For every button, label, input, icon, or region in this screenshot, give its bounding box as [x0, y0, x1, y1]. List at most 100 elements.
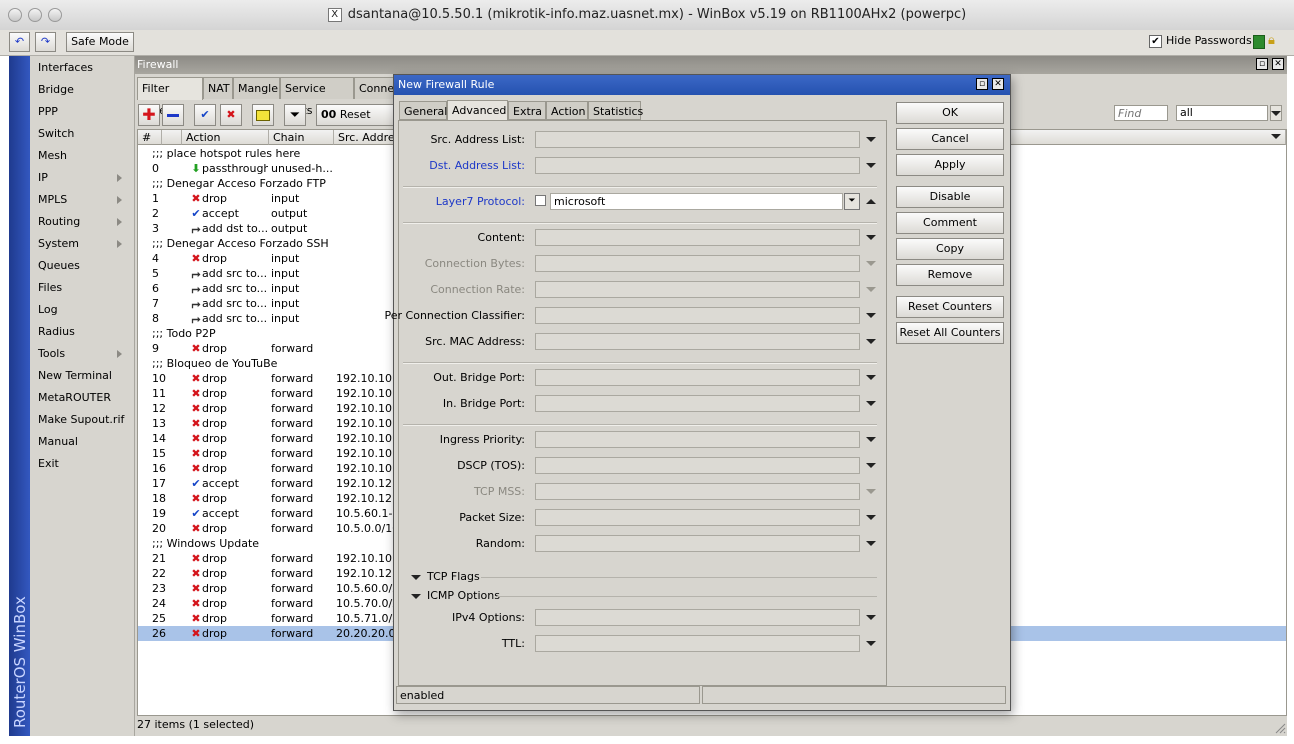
dialog-tab-statistics[interactable]: Statistics — [588, 101, 643, 120]
disable-rule-button[interactable]: ✖ — [220, 104, 242, 126]
dialog-tab-general[interactable]: General — [399, 101, 447, 120]
layer7-protocol-label[interactable]: Layer7 Protocol: — [369, 193, 525, 211]
cancel-button[interactable]: Cancel — [896, 128, 1004, 150]
dialog-tab-extra[interactable]: Extra — [508, 101, 546, 120]
in-bridge-port-field[interactable] — [535, 395, 860, 412]
remove-button[interactable]: Remove — [896, 264, 1004, 286]
section-icmp-options[interactable]: ICMP Options — [411, 589, 500, 603]
enable-rule-button[interactable]: ✔ — [194, 104, 216, 126]
expand-field-icon[interactable] — [866, 615, 876, 620]
ttl-field[interactable] — [535, 635, 860, 652]
ok-button[interactable]: OK — [896, 102, 1004, 124]
close-icon[interactable]: ✕ — [1272, 58, 1284, 70]
ipv4-options-field[interactable] — [535, 609, 860, 626]
expand-field-icon[interactable] — [866, 137, 876, 142]
layer7-negate-checkbox[interactable] — [535, 195, 546, 206]
random-field[interactable] — [535, 535, 860, 552]
col-action[interactable]: Action — [182, 130, 269, 145]
content-field[interactable] — [535, 229, 860, 246]
sidebar-item-routing[interactable]: Routing — [38, 212, 80, 232]
sidebar-item-tools[interactable]: Tools — [38, 344, 65, 364]
find-input[interactable] — [1114, 105, 1168, 121]
layer7-dropdown-button[interactable]: ⏷ — [844, 193, 860, 210]
redo-button[interactable]: ↷ — [35, 32, 56, 52]
out-bridge-port-field[interactable] — [535, 369, 860, 386]
ingress-priority-field[interactable] — [535, 431, 860, 448]
close-icon[interactable]: ✕ — [992, 78, 1004, 90]
filter-select-dropdown[interactable] — [1270, 105, 1282, 121]
tab-service-ports[interactable]: Service Ports — [280, 77, 354, 117]
tab-connec[interactable]: Connec — [354, 77, 400, 99]
expand-field-icon[interactable] — [866, 163, 876, 168]
tab-mangle[interactable]: Mangle — [233, 77, 280, 99]
expand-field-icon[interactable] — [866, 235, 876, 240]
sidebar-item-new-terminal[interactable]: New Terminal — [38, 366, 112, 386]
maximize-icon[interactable]: ▫ — [976, 78, 988, 90]
expand-field-icon[interactable] — [866, 375, 876, 380]
sidebar-item-mpls[interactable]: MPLS — [38, 190, 67, 210]
sidebar-item-exit[interactable]: Exit — [38, 454, 59, 474]
remove-rule-button[interactable] — [162, 104, 184, 126]
rule-chain: forward — [271, 552, 314, 565]
hide-passwords-checkbox[interactable]: ✔ — [1149, 35, 1162, 48]
section-tcp-flags[interactable]: TCP Flags — [411, 570, 480, 584]
undo-button[interactable]: ↶ — [9, 32, 30, 52]
layer7-protocol-select[interactable]: microsoft — [550, 193, 843, 210]
resize-grip-icon[interactable] — [1274, 722, 1286, 734]
sidebar-item-queues[interactable]: Queues — [38, 256, 80, 276]
collapse-field-icon[interactable] — [866, 199, 876, 204]
filter-button[interactable]: ⏷ — [284, 104, 306, 126]
packet-size-field[interactable] — [535, 509, 860, 526]
sidebar-item-make-supout-rif[interactable]: Make Supout.rif — [38, 410, 124, 430]
sidebar-item-files[interactable]: Files — [38, 278, 62, 298]
tab-nat[interactable]: NAT — [203, 77, 233, 99]
sidebar-item-bridge[interactable]: Bridge — [38, 80, 74, 100]
dialog-tab-action[interactable]: Action — [546, 101, 588, 120]
add-rule-button[interactable]: ✚ — [138, 104, 160, 126]
apply-button[interactable]: Apply — [896, 154, 1004, 176]
expand-field-icon[interactable] — [866, 401, 876, 406]
col-chain[interactable]: Chain — [269, 130, 334, 145]
src-mac-address-field[interactable] — [535, 333, 860, 350]
disable-button[interactable]: Disable — [896, 186, 1004, 208]
sidebar-item-ppp[interactable]: PPP — [38, 102, 58, 122]
drop-icon: ✖ — [191, 387, 201, 400]
sidebar-item-ip[interactable]: IP — [38, 168, 48, 188]
dst-address-list-field[interactable] — [535, 157, 860, 174]
dscp-tos-field[interactable] — [535, 457, 860, 474]
section-divider — [403, 362, 877, 364]
accept-icon: ✔ — [191, 477, 201, 490]
reset-counters-button[interactable]: Reset Counters — [896, 296, 1004, 318]
sidebar-item-radius[interactable]: Radius — [38, 322, 75, 342]
expand-field-icon[interactable] — [866, 339, 876, 344]
expand-field-icon[interactable] — [866, 515, 876, 520]
reset-all-counters-button[interactable]: Reset All Counters — [896, 322, 1004, 344]
per-connection-classifier-field[interactable] — [535, 307, 860, 324]
copy-button[interactable]: Copy — [896, 238, 1004, 260]
sidebar-item-mesh[interactable]: Mesh — [38, 146, 67, 166]
comment-button[interactable] — [252, 104, 274, 126]
safe-mode-button[interactable]: Safe Mode — [66, 32, 134, 52]
sidebar-item-system[interactable]: System — [38, 234, 79, 254]
reset-counters-button[interactable]: 00 Reset Cour — [316, 104, 394, 141]
expand-field-icon[interactable] — [866, 463, 876, 468]
filter-select[interactable]: all — [1176, 105, 1268, 121]
sidebar-item-manual[interactable]: Manual — [38, 432, 78, 452]
maximize-icon[interactable]: ▫ — [1256, 58, 1268, 70]
src-address-list-field[interactable] — [535, 131, 860, 148]
sidebar-item-interfaces[interactable]: Interfaces — [38, 58, 93, 78]
comment-button[interactable]: Comment — [896, 212, 1004, 234]
expand-field-icon[interactable] — [866, 313, 876, 318]
sidebar-item-log[interactable]: Log — [38, 300, 58, 320]
expand-field-icon[interactable] — [866, 641, 876, 646]
dialog-tab-advanced[interactable]: Advanced — [447, 100, 508, 121]
sidebar-item-switch[interactable]: Switch — [38, 124, 74, 144]
expand-field-icon[interactable] — [866, 437, 876, 442]
expand-field-icon[interactable] — [866, 541, 876, 546]
col-number[interactable]: # — [138, 130, 162, 145]
tab-filter-rules[interactable]: Filter Rules — [137, 77, 203, 117]
rule-src-address: 192.10.10.1 — [336, 417, 396, 430]
dst-address-list-label[interactable]: Dst. Address List: — [369, 157, 525, 175]
rule-chain: forward — [271, 597, 314, 610]
sidebar-item-metarouter[interactable]: MetaROUTER — [38, 388, 111, 408]
